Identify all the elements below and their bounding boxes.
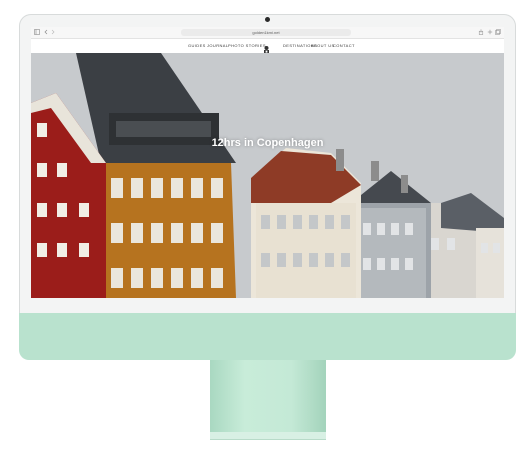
tabs-icon[interactable] <box>495 29 501 35</box>
imac-mockup: golden1kmi.net GUIDES JOURNAL PHOTO STOR… <box>0 0 530 450</box>
nav-item-journal[interactable]: JOURNAL <box>207 43 228 49</box>
compass-logo-icon[interactable] <box>262 41 271 53</box>
hero-title: 12hrs in Copenhagen <box>211 137 324 149</box>
hero-photo <box>31 53 504 298</box>
url-bar[interactable]: golden1kmi.net <box>181 29 351 36</box>
url-text: golden1kmi.net <box>252 30 280 35</box>
monitor-stand-foot <box>210 432 326 440</box>
monitor-stand <box>210 360 326 432</box>
nav-item-guides[interactable]: GUIDES <box>188 43 206 49</box>
sidebar-icon[interactable] <box>34 29 40 35</box>
nav-item-contact[interactable]: CONTACT <box>333 43 355 49</box>
share-icon[interactable] <box>478 29 484 35</box>
site-navigation: GUIDES JOURNAL PHOTO STORIES DESTINATION… <box>31 39 504 53</box>
nav-item-about-us[interactable]: ABOUT US <box>311 43 335 49</box>
hero-banner: 12hrs in Copenhagen <box>31 53 504 298</box>
browser-toolbar: golden1kmi.net <box>31 27 504 39</box>
chevron-right-icon[interactable] <box>50 29 56 35</box>
plus-icon[interactable] <box>487 29 493 35</box>
camera-icon <box>265 17 270 22</box>
chevron-left-icon[interactable] <box>43 29 49 35</box>
screen: golden1kmi.net GUIDES JOURNAL PHOTO STOR… <box>31 27 504 298</box>
monitor-chin <box>19 313 516 360</box>
nav-item-photo-stories[interactable]: PHOTO STORIES <box>228 43 266 49</box>
